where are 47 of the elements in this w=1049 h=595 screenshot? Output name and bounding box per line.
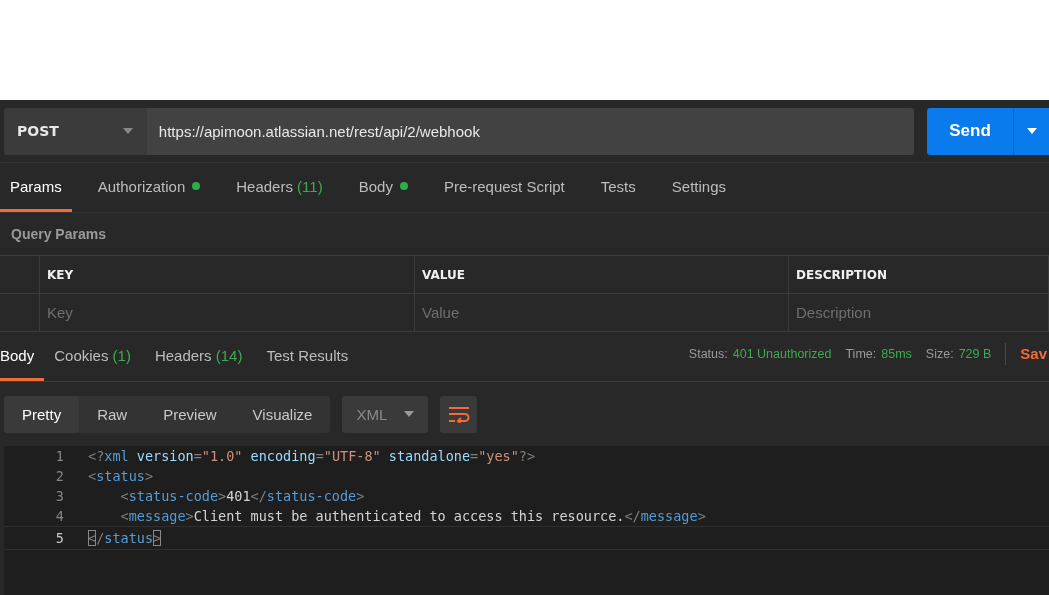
response-tab[interactable]: Headers (14) xyxy=(154,332,255,381)
wrap-lines-icon xyxy=(447,405,470,423)
column-header: DESCRIPTION xyxy=(789,256,1049,294)
response-tab[interactable]: Cookies (1) xyxy=(54,332,143,381)
column-header: KEY xyxy=(40,256,415,294)
meta-value: 85ms xyxy=(881,346,912,361)
line-number: 5 xyxy=(54,530,65,546)
meta-value: 729 B xyxy=(958,346,992,361)
meta-label: Size: xyxy=(925,346,954,361)
request-tab[interactable]: Headers (11) xyxy=(226,163,333,212)
section-title: Query Params xyxy=(10,225,107,244)
caret-icon xyxy=(122,128,133,134)
meta-value: 401 Unauthorized xyxy=(732,346,832,361)
view-mode-button[interactable]: Preview xyxy=(145,395,235,433)
response-tab[interactable]: Body xyxy=(0,332,45,381)
meta-label: Status: xyxy=(688,346,728,361)
param-input-field[interactable]: Value xyxy=(422,304,770,321)
code-line: <status> xyxy=(88,468,154,484)
save-button[interactable]: Sav xyxy=(1020,345,1047,362)
meta-label: Time: xyxy=(845,346,877,361)
line-number: 2 xyxy=(54,468,65,484)
request-tab[interactable]: Params xyxy=(0,163,72,212)
send-button[interactable]: Send xyxy=(927,107,1013,155)
param-input-field[interactable]: Description xyxy=(796,304,1036,321)
caret-icon xyxy=(404,411,415,417)
code-line: <message>Client must be authenticated to access this resource.</message> xyxy=(119,508,706,524)
code-line: <status-code>401</status-code> xyxy=(119,488,365,504)
caret-icon xyxy=(1026,128,1037,134)
line-number: 4 xyxy=(54,508,65,524)
line-number: 1 xyxy=(54,448,65,464)
wrap-lines-button[interactable] xyxy=(440,395,478,433)
response-tab[interactable]: Test Results xyxy=(266,332,361,381)
code-line: <?xml version="1.0" encoding="UTF-8" standalone="yes"?> xyxy=(88,448,536,464)
request-tab[interactable]: Settings xyxy=(661,163,736,212)
column-header: VALUE xyxy=(415,256,789,294)
line-number: 3 xyxy=(54,488,65,504)
request-tab[interactable]: Authorization xyxy=(87,163,211,212)
request-tab[interactable]: Tests xyxy=(590,163,646,212)
request-tab[interactable]: Body xyxy=(348,163,418,212)
view-mode-button[interactable]: Raw xyxy=(79,395,146,433)
send-options-button[interactable] xyxy=(1013,107,1049,155)
view-mode-button[interactable]: Visualize xyxy=(234,395,331,433)
url-field[interactable]: https://apimoon.atlassian.net/rest/api/2/webhook xyxy=(146,107,914,155)
param-input-field[interactable]: Key xyxy=(47,304,396,321)
view-mode-button[interactable]: Pretty xyxy=(4,395,80,433)
request-tab[interactable]: Pre-request Script xyxy=(433,163,575,212)
method-dropdown[interactable]: POST xyxy=(4,107,147,155)
